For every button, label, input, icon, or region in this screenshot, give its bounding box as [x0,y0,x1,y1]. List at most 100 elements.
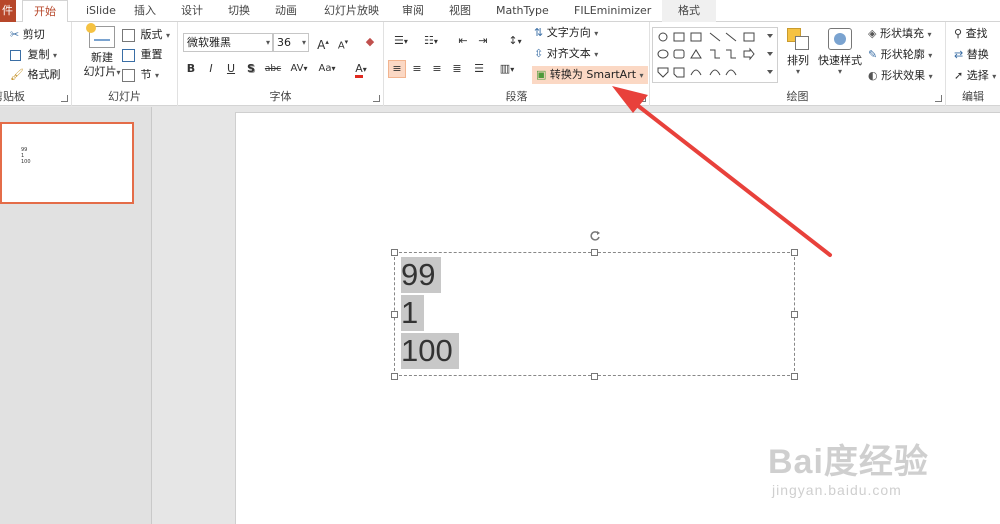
selected-textbox[interactable]: 99 1 100 [394,252,795,376]
slides-group-label: 幻灯片 [108,90,141,103]
font-launcher[interactable] [373,95,380,102]
tab-slideshow[interactable]: 幻灯片放映 [318,0,385,22]
shapes-gallery[interactable] [652,27,778,83]
underline-button[interactable]: U [222,60,240,78]
distributed-button[interactable]: ☰ [470,60,488,78]
font-group-label: 字体 [269,90,292,103]
pencil-icon: ✎ [868,48,878,61]
resize-handle[interactable] [791,249,798,256]
tab-fileminimizer[interactable]: FILEminimizer [568,0,657,22]
replace-button[interactable]: ⇄ 替换 [954,46,989,64]
align-right-icon: ≡ [432,62,442,75]
columns-icon: ▥ [499,62,511,75]
find-button[interactable]: ⚲ 查找 [954,25,988,43]
textbox-line[interactable]: 100 [401,333,459,369]
change-case-label: Aa [318,63,332,74]
select-button[interactable]: ➚ 选择 ▾ [954,67,996,85]
quick-styles-icon [828,28,852,50]
reset-button[interactable]: 重置 [122,46,163,64]
bold-button[interactable]: B [182,60,200,78]
resize-handle[interactable] [391,249,398,256]
tab-review[interactable]: 审阅 [396,0,430,22]
tab-insert[interactable]: 插入 [128,0,162,22]
line-spacing-button[interactable]: ↕▾ [502,32,528,50]
tab-islide[interactable]: iSlide [80,0,122,22]
ribbon-tab-bar: 件 开始 iSlide 插入 设计 切换 动画 幻灯片放映 审阅 视图 Math… [0,0,1000,23]
quick-styles-button[interactable]: 快速样式 ▾ [818,28,862,76]
tab-animations[interactable]: 动画 [269,0,303,22]
section-button[interactable]: 节 ▾ [122,66,159,84]
change-case-button[interactable]: Aa▾ [314,60,340,78]
clear-formatting-button[interactable]: ◆ [361,33,379,51]
text-direction-button[interactable]: ⇅ 文字方向 ▾ [534,24,598,42]
char-spacing-button[interactable]: AV▾ [286,60,312,78]
shape-effects-button[interactable]: ◐ 形状效果 ▾ [868,67,933,85]
tab-home[interactable]: 开始 [22,0,68,23]
new-slide-button[interactable]: 新建 幻灯片▾ [80,23,124,80]
drawing-launcher[interactable] [935,95,942,102]
textbox-line[interactable]: 99 [401,257,442,293]
tab-format[interactable]: 格式 [662,0,716,22]
resize-handle[interactable] [591,373,598,380]
font-size-select[interactable]: 36 ▾ [273,33,309,52]
align-center-button[interactable]: ≡ [408,60,426,78]
font-name-select[interactable]: 微软雅黑 ▾ [183,33,273,52]
watermark-url: jingyan.baidu.com [772,482,902,498]
tab-mathtype[interactable]: MathType [490,0,555,22]
decrease-indent-button[interactable]: ⇤ [454,32,472,50]
bullets-icon: ☰ [394,34,404,47]
shrink-font-button[interactable]: A▾ [334,33,352,51]
shape-fill-button[interactable]: ◈ 形状填充 ▾ [868,25,931,43]
char-spacing-label: AV [290,63,304,74]
find-label: 查找 [965,27,988,40]
convert-smartart-button[interactable]: ▣ 转换为 SmartArt ▾ [532,66,648,84]
columns-button[interactable]: ▥▾ [494,60,520,78]
bullets-button[interactable]: ☰▾ [388,32,414,50]
resize-handle[interactable] [591,249,598,256]
text-direction-icon: ⇅ [534,26,544,39]
arrange-button[interactable]: 排列 ▾ [783,28,813,76]
strikethrough-button[interactable]: abc [262,60,284,78]
new-slide-label-1: 新建 [91,51,113,64]
shape-outline-button[interactable]: ✎ 形状轮廓 ▾ [868,46,932,64]
rotate-handle-icon[interactable] [589,230,601,242]
tab-design[interactable]: 设计 [175,0,209,22]
thumbnail-text-line: 100 [21,159,31,165]
increase-indent-button[interactable]: ⇥ [474,32,492,50]
text-direction-label: 文字方向 [546,26,591,39]
justify-button[interactable]: ≣ [448,60,466,78]
resize-handle[interactable] [791,373,798,380]
shape-effects-label: 形状效果 [881,69,926,82]
align-right-button[interactable]: ≡ [428,60,446,78]
textbox-line[interactable]: 1 [401,295,425,331]
shape-outline-label: 形状轮廓 [880,48,925,61]
smartart-icon: ▣ [536,68,547,81]
font-color-button[interactable]: A▾ [348,60,374,78]
resize-handle[interactable] [391,373,398,380]
new-slide-label-2: 幻灯片 [83,65,117,78]
numbering-button[interactable]: ☷▾ [418,32,444,50]
cut-button[interactable]: ✂ 剪切 [10,26,45,44]
italic-button[interactable]: I [202,60,220,78]
paragraph-launcher[interactable] [639,95,646,102]
numbering-icon: ☷ [424,34,434,47]
paintbrush-icon: 🖌 [10,68,24,81]
resize-handle[interactable] [391,311,398,318]
align-text-button[interactable]: ⇳ 对齐文本 ▾ [534,45,598,63]
shadow-button[interactable]: S [242,60,260,78]
slide-thumbnail[interactable]: 99 1 100 [0,122,134,204]
tab-file[interactable]: 件 [0,0,16,22]
copy-icon [10,49,21,61]
reset-icon [122,48,135,62]
drawing-group-label: 绘图 [786,90,809,103]
format-painter-button[interactable]: 🖌 格式刷 [10,66,60,84]
clipboard-launcher[interactable] [61,95,68,102]
font-name-value: 微软雅黑 [187,36,231,49]
tab-view[interactable]: 视图 [443,0,477,22]
align-left-button[interactable]: ≡ [388,60,406,78]
resize-handle[interactable] [791,311,798,318]
grow-font-button[interactable]: A▴ [314,33,332,52]
layout-button[interactable]: 版式 ▾ [122,26,170,44]
tab-transitions[interactable]: 切换 [222,0,256,22]
copy-button[interactable]: 复制 ▾ [10,46,57,64]
